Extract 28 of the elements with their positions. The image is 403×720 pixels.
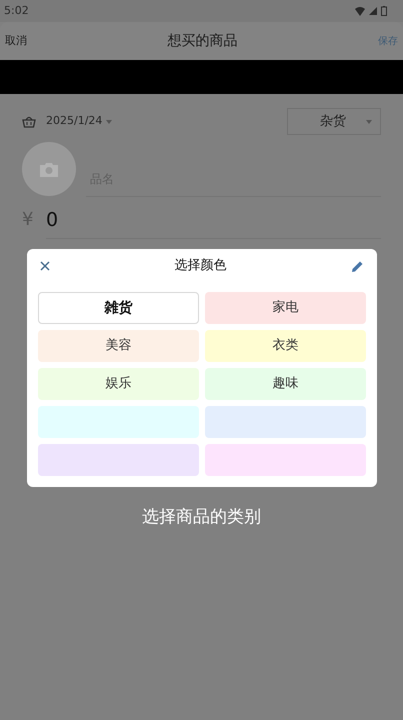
currency-symbol: ¥ bbox=[22, 208, 34, 232]
dialog-title: 选择颜色 bbox=[174, 257, 226, 276]
color-swatch[interactable] bbox=[205, 444, 366, 476]
battery-icon bbox=[381, 6, 387, 16]
caret-icon bbox=[366, 120, 372, 124]
caption-text: 选择商品的类别 bbox=[141, 506, 262, 529]
cancel-button[interactable]: 取消 bbox=[5, 32, 27, 50]
page-title: 想买的商品 bbox=[168, 32, 238, 50]
color-swatch[interactable]: 趣味 bbox=[205, 368, 366, 400]
color-swatch[interactable] bbox=[38, 444, 199, 476]
date-dropdown[interactable]: 2025/1/24 bbox=[46, 113, 112, 130]
status-time: 5:02 bbox=[4, 2, 29, 19]
basket-icon bbox=[22, 115, 36, 128]
category-dropdown[interactable]: 杂货 bbox=[287, 108, 381, 135]
signal-icon bbox=[369, 7, 377, 15]
color-swatch[interactable] bbox=[38, 406, 199, 438]
close-icon[interactable] bbox=[40, 261, 50, 271]
price-field[interactable]: 0 bbox=[46, 203, 381, 239]
caret-icon bbox=[106, 120, 112, 124]
color-swatch[interactable]: 家电 bbox=[205, 292, 366, 324]
camera-icon bbox=[40, 162, 58, 176]
pencil-icon[interactable] bbox=[351, 260, 364, 272]
color-swatch[interactable]: 娱乐 bbox=[38, 368, 199, 400]
color-swatch[interactable] bbox=[205, 406, 366, 438]
color-swatch[interactable]: 衣类 bbox=[205, 330, 366, 362]
wifi-icon bbox=[355, 6, 365, 16]
color-swatch[interactable]: 美容 bbox=[38, 330, 199, 362]
color-swatch[interactable]: 雑货 bbox=[38, 292, 199, 324]
